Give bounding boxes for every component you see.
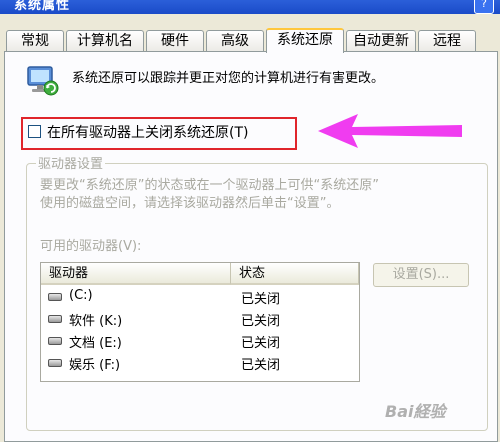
- instructions-line-2: 使用的磁盘空间，请选择该驱动器然后单击“设置”。: [40, 196, 340, 211]
- settings-button[interactable]: 设置(S)...: [373, 263, 469, 287]
- drive-status: 已关闭: [241, 314, 281, 329]
- drive-status: 已关闭: [241, 336, 281, 351]
- drive-settings-title: 驱动器设置: [36, 153, 106, 172]
- drive-name: 文档 (E:): [69, 336, 122, 351]
- tab-general[interactable]: 常规: [6, 30, 64, 51]
- drive-icon: [48, 337, 62, 345]
- table-row[interactable]: (C:) 已关闭: [41, 287, 359, 309]
- drive-status: 已关闭: [241, 292, 281, 307]
- turn-off-label[interactable]: 在所有驱动器上关闭系统还原(T): [47, 122, 248, 142]
- drive-name: (C:): [69, 288, 93, 303]
- drive-icon: [48, 315, 62, 323]
- drive-status: 已关闭: [241, 358, 281, 373]
- tab-hardware[interactable]: 硬件: [146, 30, 204, 51]
- tab-computer-name[interactable]: 计算机名: [66, 30, 144, 51]
- title-bar: 系统属性 ?: [0, 0, 500, 14]
- table-row[interactable]: 文档 (E:) 已关闭: [41, 331, 359, 353]
- watermark: Bai経验: [385, 402, 446, 421]
- tab-remote[interactable]: 远程: [418, 30, 476, 51]
- tab-automatic-updates[interactable]: 自动更新: [346, 30, 416, 51]
- tab-system-restore[interactable]: 系统还原: [266, 28, 344, 53]
- available-drives-label: 可用的驱动器(V):: [40, 239, 142, 254]
- instructions-line-1: 要更改“系统还原”的状态或在一个驱动器上可供“系统还原”: [40, 178, 379, 193]
- table-row[interactable]: 娱乐 (F:) 已关闭: [41, 353, 359, 375]
- pink-arrow-annotation: [318, 114, 462, 148]
- column-header-status[interactable]: 状态: [231, 263, 359, 285]
- window-title: 系统属性: [14, 0, 71, 13]
- description-text: 系统还原可以跟踪并更正对您的计算机进行有害更改。: [72, 71, 385, 86]
- tab-advanced[interactable]: 高级: [206, 30, 264, 51]
- drive-icon: [48, 293, 62, 301]
- drive-name: 娱乐 (F:): [69, 358, 121, 373]
- table-row[interactable]: 软件 (K:) 已关闭: [41, 309, 359, 331]
- help-button[interactable]: ?: [474, 0, 494, 14]
- drive-name: 软件 (K:): [69, 314, 123, 329]
- turn-off-checkbox[interactable]: [28, 125, 41, 138]
- system-restore-icon: [27, 66, 59, 96]
- drives-list[interactable]: 驱动器 状态 (C:) 已关闭 软件 (K:) 已关闭 文档 (E:) 已关闭 …: [40, 262, 360, 382]
- column-header-drive[interactable]: 驱动器: [41, 263, 231, 285]
- drive-icon: [48, 359, 62, 367]
- tab-strip: 常规 计算机名 硬件 高级 系统还原 自动更新 远程: [0, 28, 500, 53]
